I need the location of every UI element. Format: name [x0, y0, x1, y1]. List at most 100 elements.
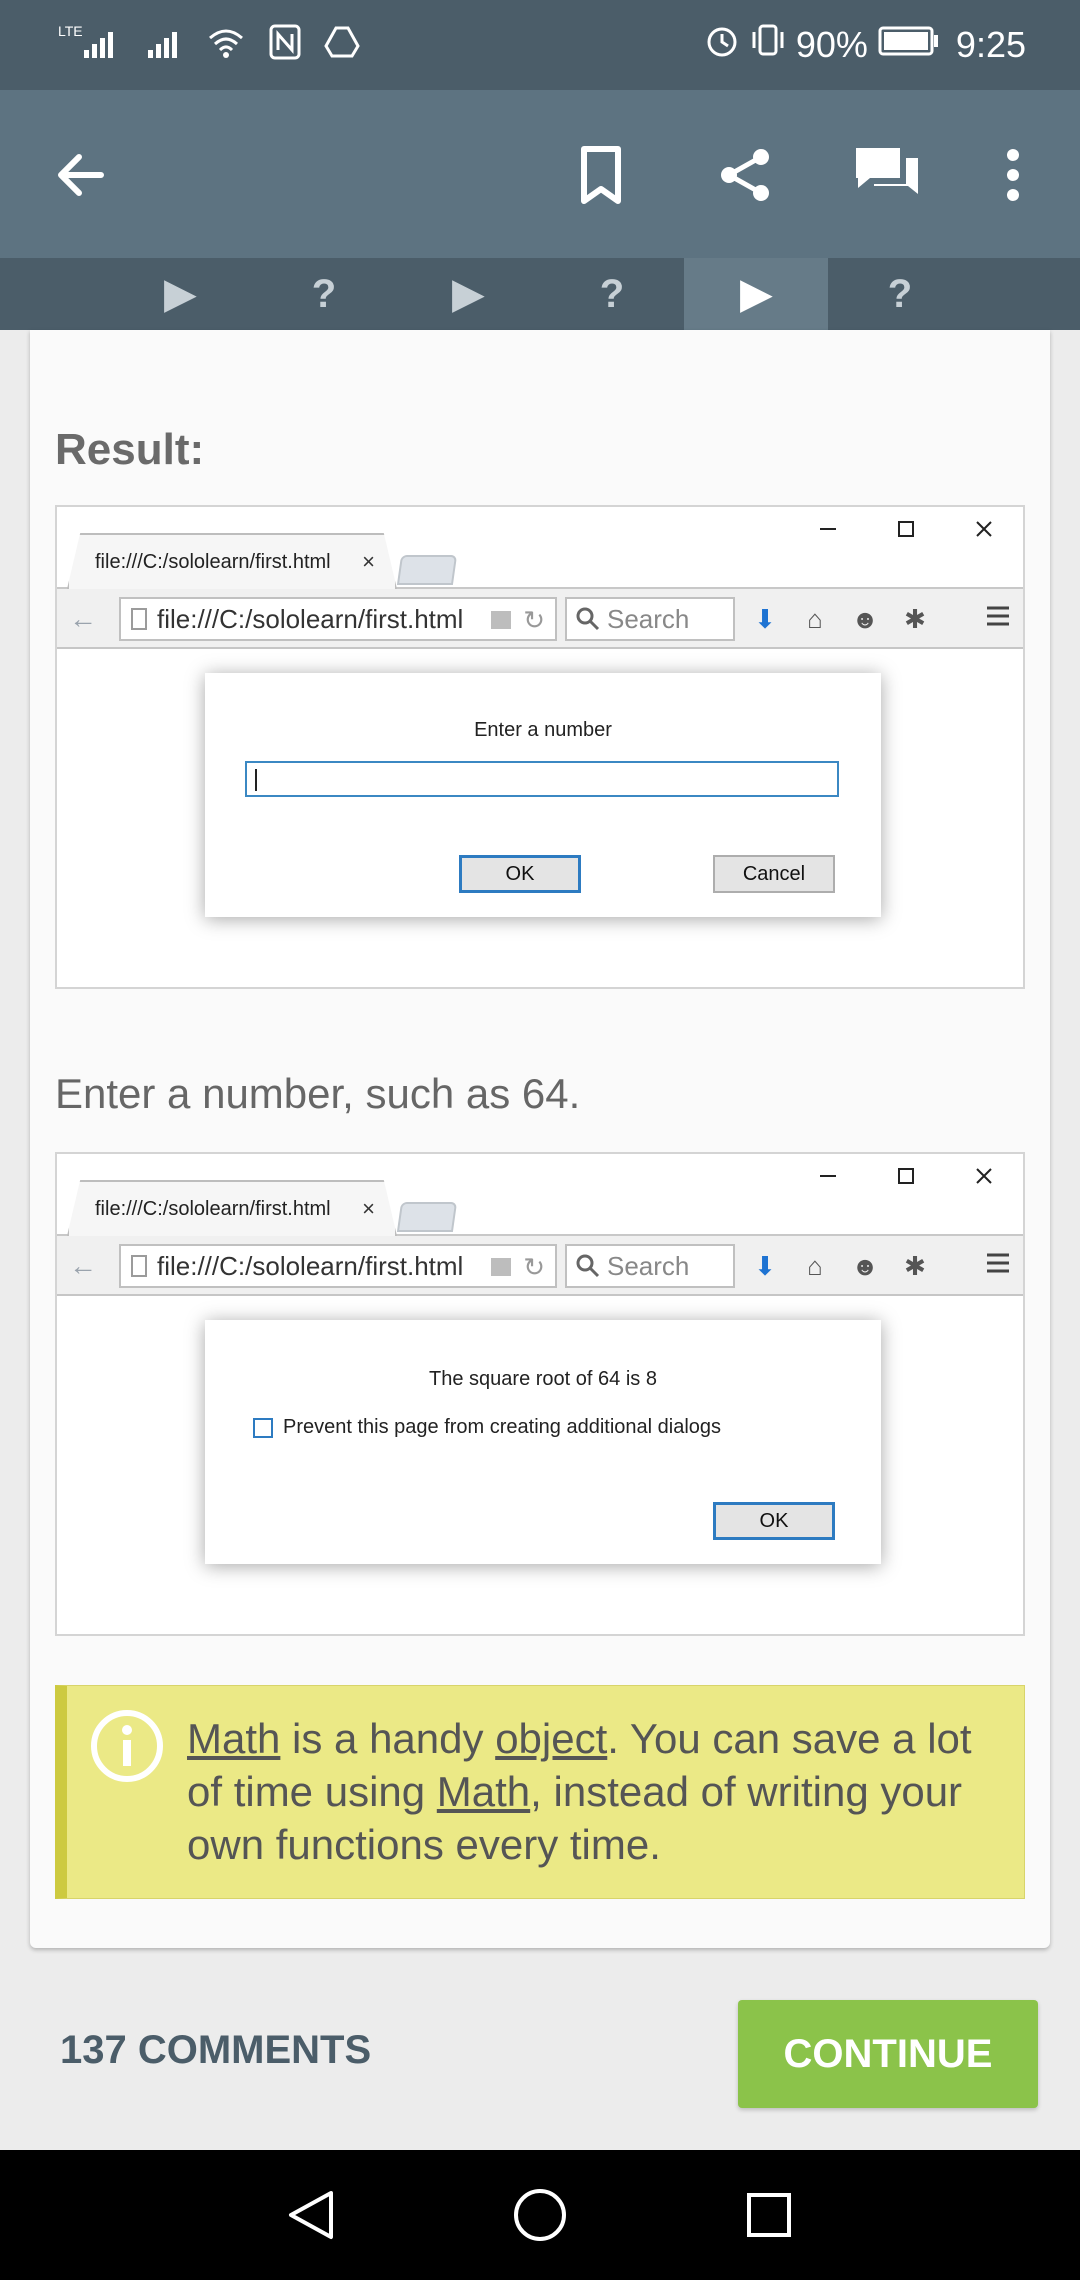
back-button[interactable] — [36, 130, 126, 220]
share-icon — [721, 149, 769, 201]
lesson-tabs: ▶ ? ▶ ? ▶ ? — [0, 258, 1080, 330]
bookmark-button[interactable] — [556, 130, 646, 220]
download-icon: ⬇ — [754, 1250, 776, 1281]
lte-signal-icon: LTE — [58, 22, 124, 67]
hamburger-menu-icon — [985, 1250, 1011, 1281]
search-placeholder: Search — [607, 1250, 690, 1281]
url-field: file:///C:/sololearn/first.html ↻ — [119, 1244, 557, 1288]
tab-close-icon: × — [362, 549, 375, 574]
back-arrow-icon: ← — [69, 603, 97, 634]
dropdown-icon — [491, 1258, 511, 1276]
page-icon — [131, 608, 147, 630]
back-arrow-icon: ← — [69, 1250, 97, 1281]
dropdown-icon — [491, 611, 511, 629]
tip-text: Math is a handy object. You can save a l… — [187, 1712, 1007, 1871]
browser-tabstrip: file:///C:/sololearn/first.html × — [57, 1180, 1023, 1236]
result-heading: Result: — [55, 425, 205, 474]
prevent-dialogs-row: Prevent this page from creating addition… — [253, 1416, 721, 1439]
drive-icon — [324, 22, 360, 67]
info-icon — [91, 1710, 163, 1782]
app-bar — [0, 90, 1080, 258]
tab-quiz-1[interactable]: ? — [252, 258, 396, 330]
math-link[interactable]: Math — [437, 1768, 530, 1815]
browser-tabstrip: file:///C:/sololearn/first.html × — [57, 533, 1023, 589]
alarm-icon — [704, 20, 740, 69]
square-recents-icon — [747, 2193, 791, 2237]
search-icon — [576, 607, 600, 631]
chat-icon: ☻ — [851, 603, 879, 634]
battery-percent: 90% — [795, 23, 868, 65]
signal-icon — [146, 22, 184, 67]
browser-tab-title: file:///C:/sololearn/first.html — [95, 550, 331, 573]
clock: 9:25 — [955, 23, 1026, 65]
tab-quiz-2[interactable]: ? — [540, 258, 684, 330]
browser-tab: file:///C:/sololearn/first.html × — [67, 533, 397, 589]
prevent-dialogs-checkbox — [253, 1417, 273, 1438]
object-link[interactable]: object — [495, 1715, 607, 1762]
prompt-dialog-title: Enter a number — [474, 719, 612, 741]
chat-icon: ☻ — [851, 1250, 879, 1281]
search-placeholder: Search — [607, 603, 690, 634]
system-nav-bar — [0, 2150, 1080, 2280]
tab-lesson-3[interactable]: ▶ — [684, 258, 828, 330]
instruction-text: Enter a number, such as 64. — [55, 1070, 581, 1117]
addon-icon: ✱ — [904, 603, 926, 634]
prompt-dialog: Enter a number OK Cancel — [205, 673, 881, 917]
text-caret — [255, 769, 257, 791]
comments-button[interactable]: 137 COMMENTS — [60, 2028, 371, 2073]
refresh-icon: ↻ — [523, 1252, 545, 1282]
browser-search-field: Search — [565, 1244, 735, 1288]
tab-quiz-3[interactable]: ? — [828, 258, 972, 330]
nav-recents-button[interactable] — [734, 2180, 804, 2250]
addon-icon: ✱ — [904, 1250, 926, 1281]
tab-lesson-1[interactable]: ▶ — [108, 258, 252, 330]
status-bar: LTE 90% 9:25 — [0, 0, 1080, 90]
prompt-input — [245, 761, 839, 797]
alert-message: The square root of 64 is 8 — [429, 1368, 657, 1390]
browser-toolbar: ← file:///C:/sololearn/first.html ↻ Sear… — [57, 589, 1023, 649]
alert-dialog: The square root of 64 is 8 Prevent this … — [205, 1320, 881, 1564]
tab-close-icon: × — [362, 1196, 375, 1221]
triangle-back-icon — [289, 2191, 333, 2239]
forum-icon — [856, 148, 918, 194]
wifi-icon — [206, 22, 246, 67]
url-text: file:///C:/sololearn/first.html — [157, 1250, 464, 1281]
lesson-card: Result: file:///C:/sololearn/first.html … — [30, 330, 1050, 1948]
hamburger-menu-icon — [985, 603, 1011, 634]
home-icon: ⌂ — [807, 603, 823, 634]
nfc-icon — [268, 22, 302, 67]
tab-lesson-2[interactable]: ▶ — [396, 258, 540, 330]
battery-icon — [878, 20, 940, 69]
more-options-button[interactable] — [968, 130, 1058, 220]
tip-box: Math is a handy object. You can save a l… — [55, 1685, 1025, 1899]
url-text: file:///C:/sololearn/first.html — [157, 603, 464, 634]
new-tab-icon — [396, 1202, 458, 1232]
browser-toolbar: ← file:///C:/sololearn/first.html ↻ Sear… — [57, 1236, 1023, 1296]
browser-toolbar-icons: ⬇ ⌂ ☻ ✱ — [747, 1246, 933, 1286]
discuss-button[interactable] — [842, 130, 932, 220]
refresh-icon: ↻ — [523, 605, 545, 635]
circle-home-icon — [514, 2189, 566, 2241]
prevent-dialogs-label: Prevent this page from creating addition… — [283, 1416, 722, 1438]
bookmark-icon — [581, 146, 621, 204]
tip-text-segment: is a handy — [280, 1715, 496, 1762]
url-field: file:///C:/sololearn/first.html ↻ — [119, 597, 557, 641]
browser-screenshot-prompt: file:///C:/sololearn/first.html × ← file… — [55, 505, 1025, 989]
browser-tab: file:///C:/sololearn/first.html × — [67, 1180, 397, 1236]
browser-tab-title: file:///C:/sololearn/first.html — [95, 1197, 331, 1220]
arrow-back-icon — [58, 154, 104, 196]
search-icon — [576, 1254, 600, 1278]
browser-screenshot-alert: file:///C:/sololearn/first.html × ← file… — [55, 1152, 1025, 1636]
download-icon: ⬇ — [754, 603, 776, 634]
continue-button[interactable]: CONTINUE — [738, 2000, 1038, 2108]
nav-home-button[interactable] — [505, 2180, 575, 2250]
more-vert-icon — [1007, 149, 1019, 201]
browser-search-field: Search — [565, 597, 735, 641]
page-icon — [131, 1255, 147, 1277]
share-button[interactable] — [700, 130, 790, 220]
vibrate-icon — [750, 20, 786, 69]
math-link[interactable]: Math — [187, 1715, 280, 1762]
nav-back-button[interactable] — [276, 2180, 346, 2250]
prompt-ok-button: OK — [459, 855, 581, 893]
browser-toolbar-icons: ⬇ ⌂ ☻ ✱ — [747, 599, 933, 639]
